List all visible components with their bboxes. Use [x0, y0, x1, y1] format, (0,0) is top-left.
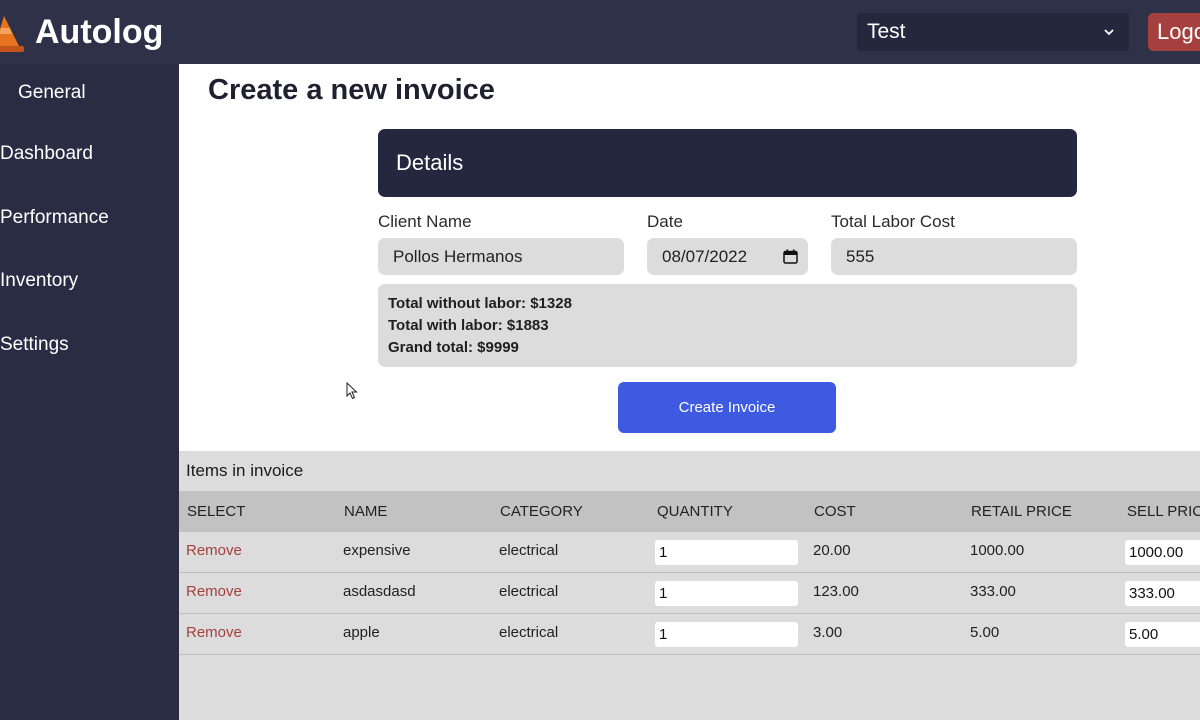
- sidebar-item-settings[interactable]: Settings: [0, 333, 69, 357]
- sidebar-item-dashboard[interactable]: Dashboard: [0, 142, 93, 166]
- totals-summary: Total without labor: $1328 Total with la…: [378, 284, 1077, 367]
- top-bar: Autolog Test Logout: [0, 0, 1200, 64]
- column-header-retail-price: RETAIL PRICE: [971, 503, 1072, 520]
- page-title: Create a new invoice: [208, 74, 495, 106]
- date-field[interactable]: 08/07/2022: [647, 238, 808, 275]
- labor-cost-label: Total Labor Cost: [831, 212, 955, 231]
- table-row: Remove apple electrical 1 3.00 5.00 5.00: [179, 614, 1200, 655]
- item-category: electrical: [499, 583, 559, 600]
- quantity-input[interactable]: 1: [655, 540, 798, 565]
- item-retail-price: 1000.00: [970, 542, 1025, 559]
- items-table-header: SELECT NAME CATEGORY QUANTITY COST RETAI…: [179, 491, 1200, 532]
- calendar-icon[interactable]: [783, 249, 798, 264]
- chevron-down-icon: [1104, 29, 1114, 36]
- date-label: Date: [647, 212, 683, 231]
- table-row: Remove expensive electrical 1 20.00 1000…: [179, 532, 1200, 573]
- labor-cost-field[interactable]: 555: [831, 238, 1077, 275]
- items-panel: Items in invoice SELECT NAME CATEGORY QU…: [179, 451, 1200, 720]
- column-header-category: CATEGORY: [500, 503, 583, 520]
- sidebar-item-general[interactable]: General: [18, 81, 86, 105]
- item-name: asdasdasd: [343, 583, 416, 600]
- app-brand[interactable]: Autolog: [35, 10, 163, 54]
- sell-price-input[interactable]: 5.00: [1125, 622, 1200, 647]
- column-header-cost: COST: [814, 503, 856, 520]
- item-category: electrical: [499, 624, 559, 641]
- sell-price-input[interactable]: 1000.00: [1125, 540, 1200, 565]
- item-name: expensive: [343, 542, 411, 559]
- remove-link[interactable]: Remove: [186, 624, 242, 642]
- details-header: Details: [378, 129, 1077, 197]
- total-with-labor: Total with labor: $1883: [388, 317, 549, 334]
- item-name: apple: [343, 624, 380, 641]
- client-name-field[interactable]: Pollos Hermanos: [378, 238, 624, 275]
- column-header-quantity: QUANTITY: [657, 503, 733, 520]
- create-invoice-button[interactable]: Create Invoice: [618, 382, 836, 433]
- mouse-cursor-icon: [346, 382, 358, 400]
- total-without-labor: Total without labor: $1328: [388, 295, 572, 312]
- environment-select[interactable]: Test: [857, 13, 1129, 51]
- column-header-sell-price: SELL PRICE: [1127, 503, 1200, 520]
- traffic-cone-logo-icon: [0, 16, 24, 52]
- items-title: Items in invoice: [186, 461, 304, 480]
- date-field-value: 08/07/2022: [662, 247, 748, 266]
- grand-total: Grand total: $9999: [388, 339, 519, 356]
- sidebar: General Dashboard Performance Inventory …: [0, 64, 179, 720]
- logout-button[interactable]: Logout: [1148, 13, 1200, 51]
- sell-price-input[interactable]: 333.00: [1125, 581, 1200, 606]
- item-retail-price: 5.00: [970, 624, 1000, 641]
- item-cost: 20.00: [813, 542, 851, 559]
- quantity-input[interactable]: 1: [655, 622, 798, 647]
- sidebar-item-inventory[interactable]: Inventory: [0, 269, 78, 293]
- column-header-select: SELECT: [187, 503, 246, 520]
- environment-select-value: Test: [867, 20, 906, 43]
- sidebar-item-performance[interactable]: Performance: [0, 206, 109, 230]
- item-cost: 123.00: [813, 583, 859, 600]
- item-category: electrical: [499, 542, 559, 559]
- item-retail-price: 333.00: [970, 583, 1016, 600]
- client-name-label: Client Name: [378, 212, 472, 231]
- item-cost: 3.00: [813, 624, 843, 641]
- table-row: Remove asdasdasd electrical 1 123.00 333…: [179, 573, 1200, 614]
- remove-link[interactable]: Remove: [186, 583, 242, 601]
- column-header-name: NAME: [344, 503, 388, 520]
- quantity-input[interactable]: 1: [655, 581, 798, 606]
- remove-link[interactable]: Remove: [186, 542, 242, 560]
